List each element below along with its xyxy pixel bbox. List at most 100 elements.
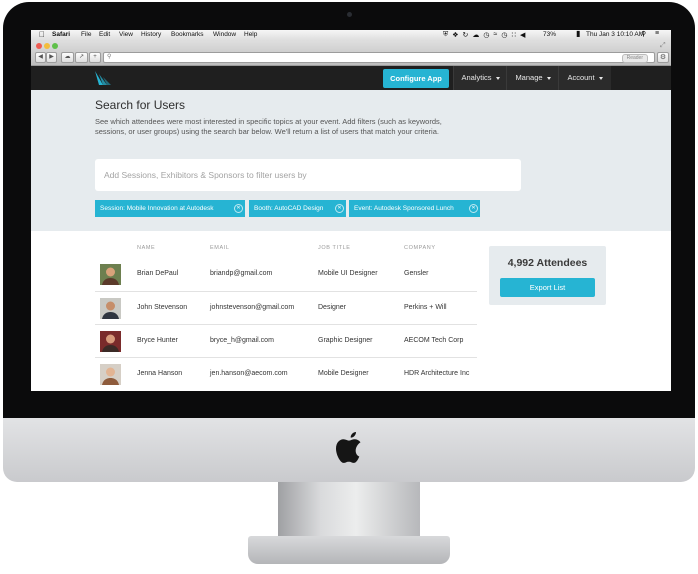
column-header-name[interactable]: NAME <box>137 245 155 251</box>
shield-icon[interactable]: ⛨ <box>443 31 448 40</box>
spotlight-icon[interactable]: ⚲ <box>641 30 646 38</box>
menu-bookmarks[interactable]: Bookmarks <box>171 31 204 38</box>
menu-file[interactable]: File <box>81 31 91 38</box>
imac-foot <box>248 536 450 564</box>
menu-edit[interactable]: Edit <box>99 31 110 38</box>
minimize-window-button[interactable] <box>44 43 50 49</box>
attendees-count: 4,992 Attendees <box>507 257 588 269</box>
camera <box>347 12 352 17</box>
user-name[interactable]: Brian DePaul <box>137 270 178 277</box>
reader-button[interactable]: Reader <box>621 54 648 63</box>
avatar <box>100 264 121 285</box>
imac-stand <box>278 482 420 544</box>
filter-chip-event[interactable]: Event: Autodesk Sponsored Lunch ✕ <box>349 200 480 217</box>
search-icon: ⚲ <box>107 54 112 60</box>
table-row[interactable]: John Stevenson johnstevenson@gmail.com D… <box>95 291 477 325</box>
user-name[interactable]: Bryce Hunter <box>137 337 178 344</box>
chevron-down-icon <box>546 76 551 80</box>
filter-chip-booth[interactable]: Booth: AutoCAD Design ✕ <box>249 200 346 217</box>
avatar <box>100 331 121 352</box>
user-email[interactable]: briandp@gmail.com <box>210 270 272 277</box>
menu-help[interactable]: Help <box>244 31 257 38</box>
table-row[interactable]: Brian DePaul briandp@gmail.com Mobile UI… <box>95 258 477 291</box>
column-header-job-title[interactable]: JOB TITLE <box>318 245 351 251</box>
cloud-tabs-icon[interactable]: ☁ <box>61 52 74 63</box>
results-section: NAME EMAIL JOB TITLE COMPANY Brian DePau… <box>31 231 671 391</box>
page-description: See which attendees were most interested… <box>95 117 442 136</box>
filter-chip-label: Session: Mobile Innovation at Autodesk <box>100 205 214 212</box>
battery-percent[interactable]: 73% <box>543 31 556 38</box>
forward-button[interactable]: ▶ <box>46 52 57 63</box>
user-email[interactable]: bryce_h@gmail.com <box>210 337 274 344</box>
settings-gear-icon[interactable]: ⚙ <box>657 52 669 63</box>
battery-icon[interactable]: ▮ <box>576 30 580 38</box>
user-job-title: Mobile Designer <box>318 370 369 377</box>
nav-manage-label: Manage <box>515 73 543 82</box>
filter-chip-label: Booth: AutoCAD Design <box>254 205 324 212</box>
filter-chip-label: Event: Autodesk Sponsored Lunch <box>354 205 454 212</box>
menu-history[interactable]: History <box>141 31 161 38</box>
chevron-down-icon <box>495 76 500 80</box>
user-job-title: Graphic Designer <box>318 337 373 344</box>
fullscreen-icon[interactable]: ⤢ <box>660 42 666 50</box>
user-job-title: Mobile UI Designer <box>318 270 378 277</box>
page-title: Search for Users <box>95 98 186 112</box>
close-icon[interactable]: ✕ <box>234 204 243 213</box>
wifi-icon[interactable]: ≈ <box>494 31 498 40</box>
close-icon[interactable]: ✕ <box>335 204 344 213</box>
browser-toolbar: ⤢ ◀ ▶ ☁ ↗ + ⚲ Reader ⚙ <box>31 41 671 66</box>
zoom-window-button[interactable] <box>52 43 58 49</box>
filter-search-input[interactable] <box>95 159 521 191</box>
volume-icon[interactable]: ◀ <box>520 31 525 40</box>
table-row[interactable]: Bryce Hunter bryce_h@gmail.com Graphic D… <box>95 324 477 358</box>
search-section: Search for Users See which attendees wer… <box>31 90 671 231</box>
user-company: Perkins + Will <box>404 304 447 311</box>
close-window-button[interactable] <box>36 43 42 49</box>
app-navbar: Configure App Analytics Manage Account <box>31 66 671 90</box>
bluetooth-icon[interactable]: ∷ <box>511 31 515 40</box>
add-tab-icon[interactable]: + <box>89 52 101 63</box>
user-company: HDR Architecture Inc <box>404 370 470 377</box>
clock-icon[interactable]: ◷ <box>501 31 507 40</box>
apple-menu-icon[interactable]:  <box>39 30 45 39</box>
chevron-down-icon <box>598 76 603 80</box>
cloud-icon[interactable]: ☁ <box>472 31 479 40</box>
sync-icon[interactable]: ↻ <box>463 31 469 40</box>
configure-app-button[interactable]: Configure App <box>383 69 449 88</box>
mac-menubar:  Safari File Edit View History Bookmark… <box>31 30 671 41</box>
user-company: Gensler <box>404 270 429 277</box>
timemachine-icon[interactable]: ◷ <box>483 31 489 40</box>
table-row[interactable]: Jenna Hanson jen.hanson@aecom.com Mobile… <box>95 357 477 391</box>
back-button[interactable]: ◀ <box>35 52 46 63</box>
attendees-card: 4,992 Attendees Export List <box>489 246 606 305</box>
app-logo-icon[interactable] <box>95 71 111 85</box>
user-email[interactable]: jen.hanson@aecom.com <box>210 370 288 377</box>
avatar <box>100 298 121 319</box>
menu-app-name[interactable]: Safari <box>52 31 70 38</box>
export-list-button[interactable]: Export List <box>500 278 595 297</box>
dropbox-icon[interactable]: ❖ <box>452 31 458 40</box>
user-email[interactable]: johnstevenson@gmail.com <box>210 304 294 311</box>
user-company: AECOM Tech Corp <box>404 337 464 344</box>
avatar <box>100 364 121 385</box>
nav-account[interactable]: Account <box>558 66 611 90</box>
menu-view[interactable]: View <box>119 31 133 38</box>
nav-account-label: Account <box>567 73 595 82</box>
nav-analytics-label: Analytics <box>461 73 492 82</box>
close-icon[interactable]: ✕ <box>469 204 478 213</box>
column-header-company[interactable]: COMPANY <box>404 245 436 251</box>
filter-chip-session[interactable]: Session: Mobile Innovation at Autodesk ✕ <box>95 200 245 217</box>
nav-analytics[interactable]: Analytics <box>453 66 507 90</box>
menu-window[interactable]: Window <box>213 31 236 38</box>
notification-icon[interactable]: ≡ <box>655 30 659 37</box>
user-name[interactable]: John Stevenson <box>137 304 187 311</box>
column-header-email[interactable]: EMAIL <box>210 245 230 251</box>
user-name[interactable]: Jenna Hanson <box>137 370 182 377</box>
screen:  Safari File Edit View History Bookmark… <box>31 30 671 391</box>
nav-manage[interactable]: Manage <box>506 66 559 90</box>
clock-text[interactable]: Thu Jan 3 10:10 AM <box>586 31 644 38</box>
share-icon[interactable]: ↗ <box>75 52 88 63</box>
apple-logo-icon <box>336 432 361 463</box>
status-icons: ⛨ ❖ ↻ ☁ ◷ ≈ ◷ ∷ ◀ <box>443 31 539 40</box>
address-bar[interactable]: ⚲ Reader <box>103 52 655 63</box>
